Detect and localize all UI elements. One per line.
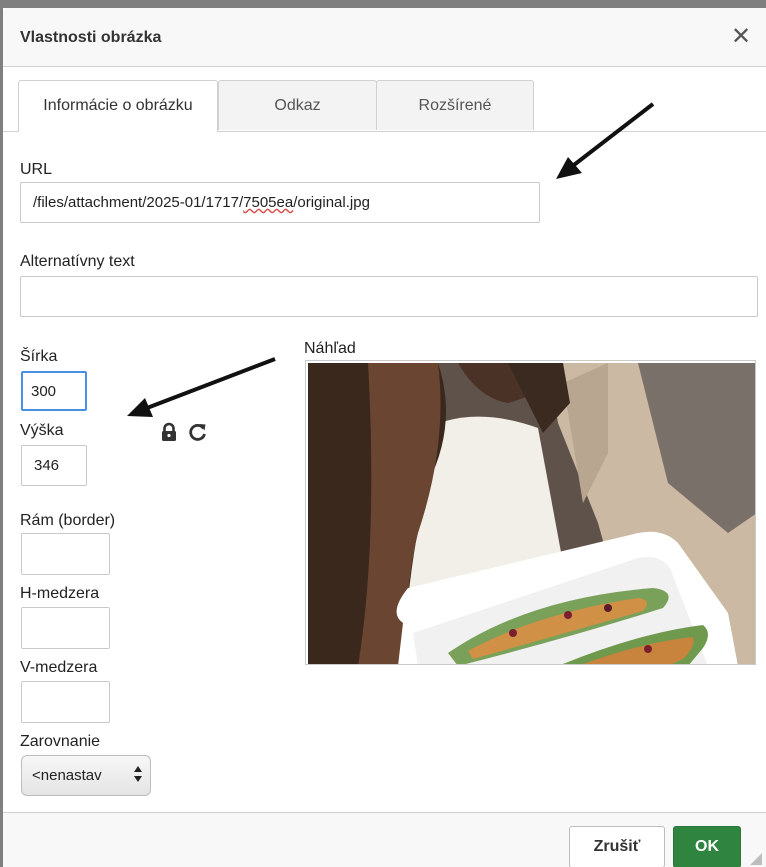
alignment-value: <nenastav (32, 767, 102, 784)
preview-frame (305, 360, 756, 665)
select-arrows-icon (134, 766, 142, 782)
vspace-label: V-medzera (20, 659, 98, 676)
annotation-arrow-size (127, 357, 276, 417)
tab-bar: Informácie o obrázku Odkaz Rozšírené (3, 67, 766, 132)
hspace-input[interactable] (21, 607, 110, 649)
alignment-select[interactable]: <nenastav (21, 755, 151, 796)
tab-advanced[interactable]: Rozšírené (376, 80, 534, 130)
dialog-footer: Zrušiť OK (3, 812, 766, 867)
border-input[interactable] (21, 533, 110, 575)
height-label: Výška (20, 422, 64, 439)
tab-link[interactable]: Odkaz (218, 80, 377, 130)
vspace-input[interactable] (21, 681, 110, 723)
alignment-label: Zarovnanie (20, 733, 101, 750)
width-label: Šírka (20, 348, 58, 365)
url-label: URL (20, 161, 53, 178)
close-icon[interactable]: ✕ (730, 25, 752, 49)
ok-button[interactable]: OK (673, 826, 741, 867)
dialog-header: Vlastnosti obrázka ✕ (3, 8, 766, 67)
dialog-body: URL /files/attachment/2025-01/1717/7505e… (3, 102, 766, 812)
resize-grip-icon[interactable] (750, 853, 762, 865)
hspace-label: H-medzera (20, 585, 100, 602)
url-value-spellchecked: 7505ea (243, 194, 294, 211)
window-top-edge (0, 0, 766, 8)
url-value-prefix: /files/attachment/2025-01/1717/ (33, 194, 244, 211)
alt-text-label: Alternatívny text (20, 253, 135, 270)
lock-icon[interactable] (160, 422, 178, 442)
dialog-title: Vlastnosti obrázka (20, 29, 162, 46)
border-label: Rám (border) (20, 512, 116, 529)
tab-image-info[interactable]: Informácie o obrázku (18, 80, 218, 132)
width-input[interactable]: 300 (21, 371, 87, 411)
reset-size-icon[interactable] (188, 422, 208, 442)
url-input[interactable]: /files/attachment/2025-01/1717/7505ea/or… (20, 182, 540, 223)
url-value-suffix: /original.jpg (293, 194, 370, 211)
preview-image (308, 363, 755, 664)
alt-text-input[interactable] (20, 276, 758, 317)
preview-label: Náhľad (304, 340, 356, 357)
image-properties-dialog: Vlastnosti obrázka ✕ Informácie o obrázk… (3, 8, 766, 867)
height-input[interactable]: 346 (21, 445, 87, 486)
cancel-button[interactable]: Zrušiť (569, 826, 665, 867)
